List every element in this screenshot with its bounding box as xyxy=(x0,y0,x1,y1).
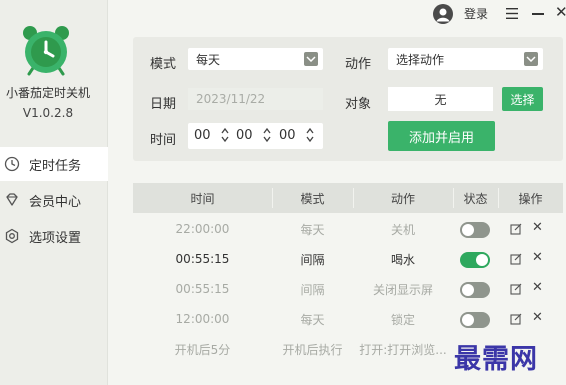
user-avatar-icon[interactable] xyxy=(433,4,453,24)
minimize-icon[interactable] xyxy=(532,13,544,15)
delete-icon[interactable]: ✕ xyxy=(532,311,543,325)
menu-icon[interactable] xyxy=(506,8,518,19)
status-toggle[interactable] xyxy=(460,222,490,238)
status-toggle[interactable] xyxy=(460,252,490,268)
delete-icon[interactable]: ✕ xyxy=(532,251,543,265)
chevron-down-icon xyxy=(304,52,318,66)
row-action: 喝水 xyxy=(390,252,415,267)
second-field[interactable]: 00 xyxy=(279,128,296,143)
row-action: 锁定 xyxy=(390,312,415,327)
diamond-icon xyxy=(6,193,18,206)
task-form: 模式 每天 动作 选择动作 日期 2023/11/22 对象 无 选择 时间 0… xyxy=(133,37,563,161)
app-window: 小番茄定时关机 V1.0.2.8 定时任务 会员中心 选项设置 登录 ✕ 模式 … xyxy=(0,0,566,385)
mode-select-value: 每天 xyxy=(196,52,221,67)
time-picker: 00 00 00 xyxy=(188,123,323,149)
alarm-clock-logo-icon xyxy=(23,26,69,76)
edit-icon[interactable] xyxy=(510,283,522,295)
edit-icon[interactable] xyxy=(510,253,522,265)
add-and-enable-button[interactable]: 添加并启用 xyxy=(388,121,495,151)
table-row: 22:00:00 每天 关机 ✕ xyxy=(133,214,563,244)
sidebar-item-label: 定时任务 xyxy=(29,158,82,174)
row-action: 打开:打开浏览... xyxy=(359,342,447,357)
row-time: 00:55:15 xyxy=(175,282,230,296)
column-header-status: 状态 xyxy=(463,191,488,206)
row-time: 12:00:00 xyxy=(175,312,230,326)
toggle-knob xyxy=(462,284,474,296)
time-label: 时间 xyxy=(150,133,177,148)
toggle-knob xyxy=(476,254,488,266)
action-select-value: 选择动作 xyxy=(396,52,445,67)
column-header-time: 时间 xyxy=(190,191,215,206)
edit-icon[interactable] xyxy=(510,223,522,235)
row-mode: 间隔 xyxy=(300,282,325,297)
select-target-button[interactable]: 选择 xyxy=(502,87,543,111)
column-header-action: 动作 xyxy=(390,191,415,206)
sidebar-item-tasks[interactable]: 定时任务 xyxy=(0,147,108,181)
login-link[interactable]: 登录 xyxy=(464,5,488,22)
delete-icon[interactable]: ✕ xyxy=(532,221,543,235)
hour-spinner-icon[interactable] xyxy=(221,127,229,143)
app-version: V1.0.2.8 xyxy=(22,106,74,120)
status-toggle[interactable] xyxy=(460,312,490,328)
action-label: 动作 xyxy=(345,57,372,72)
action-select[interactable]: 选择动作 xyxy=(388,48,543,70)
clock-icon xyxy=(4,156,20,172)
minute-spinner-icon[interactable] xyxy=(263,127,271,143)
table-row: 00:55:15 间隔 喝水 ✕ xyxy=(133,244,563,274)
sidebar-item-label: 选项设置 xyxy=(29,230,82,246)
sidebar-item-label: 会员中心 xyxy=(29,194,82,210)
column-header-mode: 模式 xyxy=(300,191,325,206)
task-table-header: 时间 模式 动作 状态 操作 xyxy=(133,183,563,213)
minute-field[interactable]: 00 xyxy=(236,128,253,143)
mode-select[interactable]: 每天 xyxy=(188,48,323,70)
app-name: 小番茄定时关机 xyxy=(5,86,90,100)
chevron-down-icon xyxy=(524,52,538,66)
row-mode: 间隔 xyxy=(300,252,325,267)
target-field: 无 xyxy=(388,87,493,111)
gear-icon xyxy=(5,228,19,244)
row-time: 开机后5分 xyxy=(174,342,231,357)
mode-label: 模式 xyxy=(150,57,177,72)
date-label: 日期 xyxy=(150,97,177,112)
table-row: 00:55:15 间隔 关闭显示屏 ✕ xyxy=(133,274,563,304)
delete-icon[interactable]: ✕ xyxy=(532,281,543,295)
column-header-operation: 操作 xyxy=(518,191,543,206)
edit-icon[interactable] xyxy=(510,313,522,325)
second-spinner-icon[interactable] xyxy=(306,127,314,143)
watermark-text: 最需网 xyxy=(454,344,538,375)
close-window-icon[interactable]: ✕ xyxy=(555,5,566,20)
toggle-knob xyxy=(462,224,474,236)
toggle-knob xyxy=(462,314,474,326)
sidebar-item-membership[interactable]: 会员中心 xyxy=(0,183,108,217)
row-mode: 每天 xyxy=(300,222,325,237)
date-input[interactable]: 2023/11/22 xyxy=(188,88,323,110)
row-mode: 每天 xyxy=(300,312,325,327)
target-label: 对象 xyxy=(345,97,372,112)
row-mode: 开机后执行 xyxy=(282,342,343,357)
row-time: 00:55:15 xyxy=(175,252,230,266)
sidebar-item-settings[interactable]: 选项设置 xyxy=(0,219,108,253)
row-action: 关闭显示屏 xyxy=(372,282,433,297)
status-toggle[interactable] xyxy=(460,282,490,298)
hour-field[interactable]: 00 xyxy=(194,128,211,143)
row-action: 关机 xyxy=(390,222,415,237)
table-row: 12:00:00 每天 锁定 ✕ xyxy=(133,304,563,334)
row-time: 22:00:00 xyxy=(175,222,230,236)
sidebar: 小番茄定时关机 V1.0.2.8 定时任务 会员中心 选项设置 xyxy=(0,0,108,385)
